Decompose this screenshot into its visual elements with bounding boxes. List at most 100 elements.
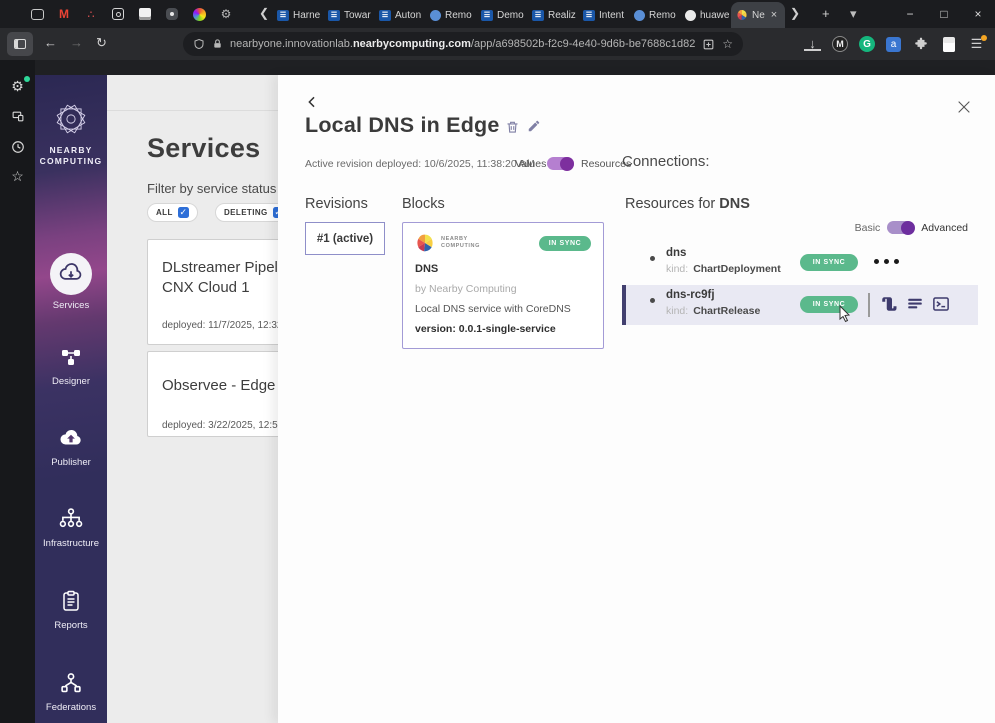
nearby-favicon <box>736 9 748 21</box>
tab-label: Ne <box>752 9 765 21</box>
grammarly-extension-icon[interactable]: G <box>859 36 875 52</box>
browser-tab-active[interactable]: Ne × <box>731 2 785 28</box>
connections-label: Connections: <box>622 153 710 170</box>
tab-label: Auton <box>395 9 422 21</box>
services-panel: Services Filter by service status ALL ✓ … <box>107 75 278 723</box>
services-title: Services <box>147 133 261 163</box>
tab-list-chevron-icon[interactable]: ▾ <box>850 6 857 22</box>
tab-scroll-left-icon[interactable]: ❮ <box>259 6 269 20</box>
active-revision-text: Active revision deployed: 10/6/2025, 11:… <box>305 158 535 170</box>
docs-pinned-tab-icon[interactable] <box>138 7 152 21</box>
save-to-collection-icon[interactable] <box>702 38 715 51</box>
profile-m-icon[interactable]: M <box>832 36 848 52</box>
url-text: nearbyone.innovationlab.nearbycomputing.… <box>230 38 696 50</box>
browser-tab[interactable]: ☰ Harne <box>272 2 323 28</box>
publisher-cloud-upload-icon <box>57 424 85 452</box>
chat-pinned-tab-icon[interactable] <box>165 7 179 21</box>
tab-label: Remo <box>445 9 472 21</box>
sidebar-item-services[interactable]: Services <box>35 253 107 311</box>
revision-item[interactable]: #1 (active) <box>305 222 385 255</box>
ieee-favicon: ☰ <box>532 9 544 21</box>
values-label: Values <box>515 158 547 170</box>
values-resources-toggle[interactable] <box>547 156 574 171</box>
tab-search-icon[interactable] <box>30 7 44 21</box>
advanced-label: Advanced <box>921 221 968 234</box>
manifest-script-icon[interactable] <box>880 295 899 314</box>
browser-tab[interactable]: ☰ Auton <box>374 2 425 28</box>
browser-tab[interactable]: ☰ Demo <box>476 2 527 28</box>
more-options-icon[interactable] <box>874 259 899 264</box>
sidebar-item-federations[interactable]: Federations <box>35 669 107 713</box>
service-title: Local DNS in Edge <box>305 113 500 137</box>
back-chevron-icon[interactable] <box>305 95 321 111</box>
ieee-favicon: ☰ <box>277 9 289 21</box>
window-close-button[interactable]: × <box>961 0 995 28</box>
logs-icon[interactable] <box>906 295 925 314</box>
window-maximize-button[interactable]: □ <box>927 0 961 28</box>
close-panel-icon[interactable] <box>956 99 974 117</box>
pinned-tabs: M ∴ ⚙ <box>30 0 233 28</box>
checkbox-checked-icon[interactable]: ✓ <box>177 207 189 218</box>
tab-scroll-right-icon[interactable]: ❯ <box>790 6 800 20</box>
basic-advanced-toggle[interactable] <box>887 220 916 235</box>
extensions-puzzle-icon[interactable] <box>912 36 929 53</box>
edit-pencil-icon[interactable] <box>527 119 543 135</box>
downloads-icon[interactable]: ↓ <box>804 36 821 51</box>
block-name: DNS <box>415 263 439 275</box>
tab-label: Harne <box>293 9 321 21</box>
block-description: Local DNS service with CoreDNS <box>415 303 571 315</box>
mouse-cursor <box>838 305 852 323</box>
dock-devices-icon[interactable] <box>9 108 26 125</box>
browser-menu-icon[interactable]: ☰ <box>968 34 987 53</box>
sidebar-item-publisher[interactable]: Publisher <box>35 424 107 468</box>
browser-tab[interactable]: ☰ Towar <box>323 2 374 28</box>
resource-row-dns-rc9fj[interactable]: dns-rc9fj kind: ChartRelease IN SYNC <box>622 285 978 325</box>
github-favicon <box>685 9 696 21</box>
browser-tab[interactable]: ☰ Intent <box>578 2 629 28</box>
block-card-dns[interactable]: NEARBY COMPUTING IN SYNC DNS by Nearby C… <box>402 222 604 349</box>
clock-pinned-tab-icon[interactable] <box>111 7 125 21</box>
service-detail-panel: Local DNS in Edge Active revision deploy… <box>278 75 995 723</box>
filter-chip-all[interactable]: ALL ✓ <box>147 203 198 222</box>
back-button[interactable]: ← <box>44 35 57 50</box>
sidebar-item-designer[interactable]: Designer <box>35 343 107 387</box>
browser-tab[interactable]: huawe <box>680 2 731 28</box>
service-card-dlstreamer[interactable]: DLstreamer Pipeline CNX Cloud 1 deployed… <box>147 239 278 345</box>
browser-toolbar: ← → ↻ nearbyone.innovationlab.nearbycomp… <box>0 28 995 60</box>
browser-tab[interactable]: ☰ Realiz <box>527 2 578 28</box>
address-bar[interactable]: nearbyone.innovationlab.nearbycomputing.… <box>183 32 743 56</box>
bookmark-star-icon[interactable]: ☆ <box>722 37 733 51</box>
tab-close-icon[interactable]: × <box>771 9 777 21</box>
forward-button[interactable]: → <box>70 35 83 50</box>
filter-chip-deleting[interactable]: DELETING ✓ <box>215 203 278 222</box>
terminal-icon[interactable] <box>932 295 951 314</box>
delete-trash-icon[interactable] <box>505 119 521 135</box>
gmail-pinned-tab-icon[interactable]: M <box>57 7 71 21</box>
ieee-favicon: ☰ <box>379 9 391 21</box>
side-panel-toggle-button[interactable] <box>7 32 33 56</box>
lock-icon <box>214 39 221 48</box>
resource-row-dns[interactable]: dns kind: ChartDeployment IN SYNC <box>622 243 978 283</box>
dock-clock-icon[interactable] <box>9 138 26 155</box>
dock-star-icon[interactable]: ☆ <box>9 168 26 185</box>
reports-clipboard-icon <box>57 587 85 615</box>
colorwheel-pinned-tab-icon[interactable] <box>192 7 206 21</box>
translate-extension-icon[interactable]: a <box>886 36 901 52</box>
browser-tab[interactable]: Remo <box>629 2 680 28</box>
sidebar-item-infrastructure[interactable]: Infrastructure <box>35 505 107 549</box>
browser-tab[interactable]: Remo <box>425 2 476 28</box>
app-cluster-pinned-tab-icon[interactable]: ∴ <box>84 7 98 21</box>
app-sidebar: NEARBY COMPUTING Services Designer Publi… <box>35 75 107 723</box>
app-favicon <box>430 9 441 21</box>
reload-button[interactable]: ↻ <box>96 35 107 51</box>
shield-icon[interactable] <box>193 38 205 50</box>
resources-heading: Resources for DNS <box>625 196 750 212</box>
reading-list-icon[interactable] <box>940 36 957 53</box>
block-author: by Nearby Computing <box>415 283 517 295</box>
settings-pinned-tab-icon[interactable]: ⚙ <box>219 7 233 21</box>
service-card-observee[interactable]: Observee - Edge deployed: 3/22/2025, 12:… <box>147 351 278 437</box>
new-tab-button[interactable]: + <box>822 6 830 21</box>
sidebar-item-reports[interactable]: Reports <box>35 587 107 631</box>
status-badge: IN SYNC <box>800 254 858 271</box>
window-minimize-button[interactable]: − <box>893 0 927 28</box>
